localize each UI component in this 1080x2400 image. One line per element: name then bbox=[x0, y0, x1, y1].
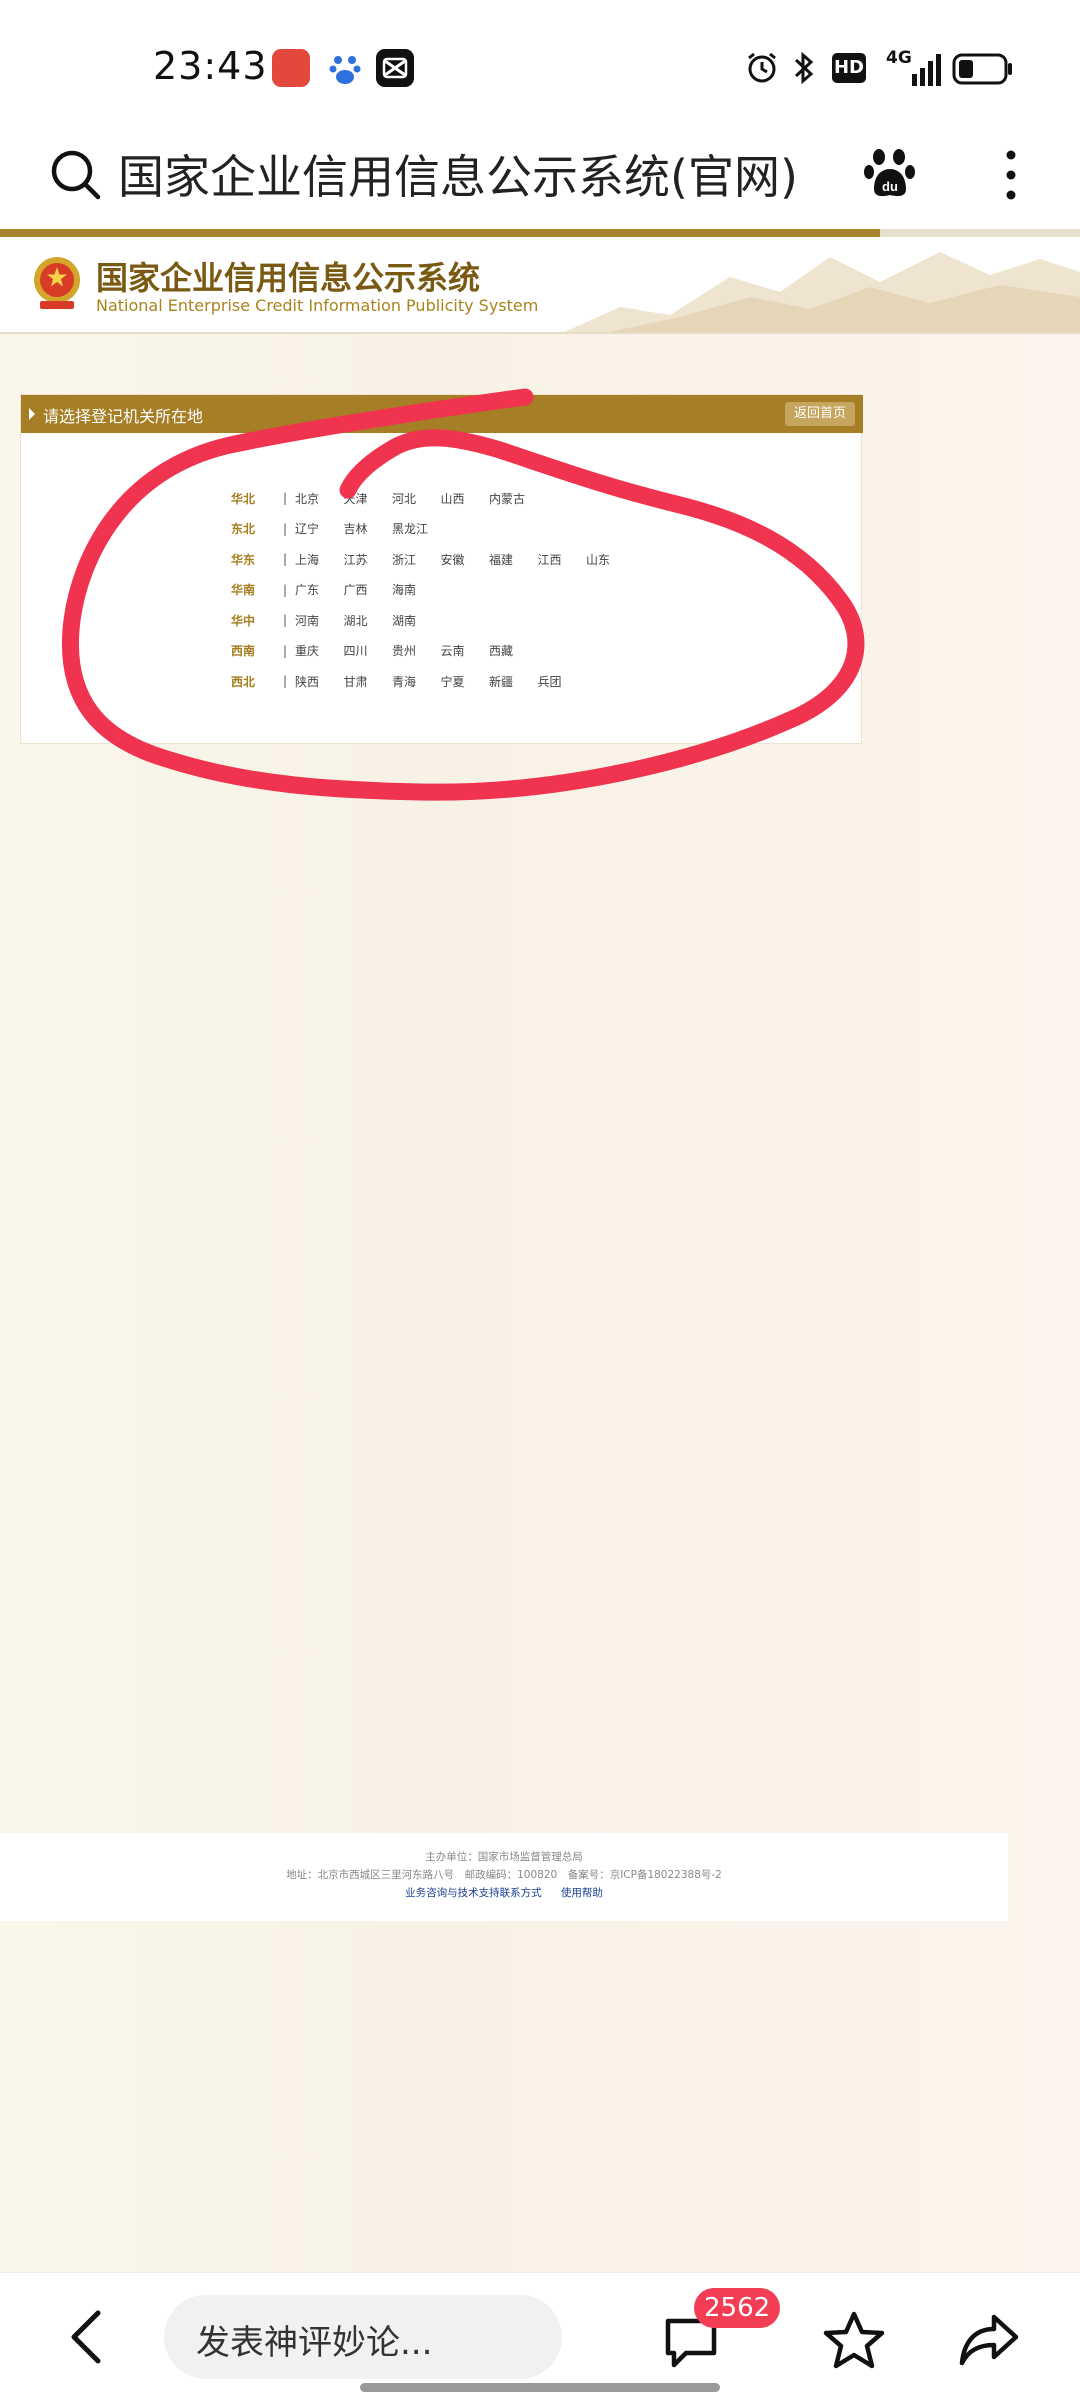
bottom-action-bar: 发表神评妙论... 2562 bbox=[0, 2272, 1080, 2400]
province-link[interactable]: 吉林 bbox=[344, 520, 393, 537]
signal-icon bbox=[912, 54, 941, 86]
svg-text:du: du bbox=[882, 179, 898, 194]
browser-search-bar[interactable]: 国家企业信用信息公示系统(官网) du bbox=[0, 125, 1080, 230]
province-link[interactable]: 河南 bbox=[295, 612, 344, 629]
region-separator: | bbox=[282, 582, 288, 597]
baidu-paw-icon[interactable]: du bbox=[862, 145, 918, 201]
bluetooth-icon bbox=[794, 51, 814, 85]
panel-title: 请选择登记机关所在地 bbox=[43, 407, 204, 426]
battery-icon bbox=[952, 53, 1012, 85]
share-icon[interactable] bbox=[956, 2309, 1022, 2369]
footer-sponsor: 主办单位：国家市场监督管理总局 bbox=[425, 1851, 583, 1863]
more-vertical-icon[interactable] bbox=[996, 145, 1026, 205]
region-separator: | bbox=[282, 613, 288, 628]
page-load-progress bbox=[0, 229, 1080, 237]
comment-placeholder: 发表神评妙论... bbox=[196, 2323, 433, 2363]
site-header: 国家企业信用信息公示系统 National Enterprise Credit … bbox=[0, 237, 1080, 334]
province-link[interactable]: 山西 bbox=[441, 490, 490, 507]
webpage-content: 国家企业信用信息公示系统 National Enterprise Credit … bbox=[0, 237, 1080, 2272]
province-link[interactable]: 河北 bbox=[392, 490, 441, 507]
region-row: 华南 | 广东 广西 海南 bbox=[231, 575, 635, 606]
province-link[interactable]: 安徽 bbox=[441, 551, 490, 568]
province-link[interactable]: 江苏 bbox=[344, 551, 393, 568]
capcut-notification-icon bbox=[376, 49, 414, 87]
province-link[interactable]: 新疆 bbox=[489, 673, 538, 690]
province-link[interactable]: 浙江 bbox=[392, 551, 441, 568]
province-link[interactable]: 宁夏 bbox=[441, 673, 490, 690]
site-footer: 主办单位：国家市场监督管理总局 地址：北京市西城区三里河东路八号 邮政编码：10… bbox=[0, 1833, 1008, 1921]
region-row: 华中 | 河南 湖北 湖南 bbox=[231, 605, 635, 636]
page-load-progress-fill bbox=[0, 229, 881, 237]
province-link[interactable]: 陕西 bbox=[295, 673, 344, 690]
site-title-chinese: 国家企业信用信息公示系统 bbox=[96, 259, 481, 297]
region-row: 东北 | 辽宁 吉林 黑龙江 bbox=[231, 514, 635, 545]
province-link[interactable]: 海南 bbox=[392, 581, 441, 598]
caret-right-icon bbox=[29, 408, 35, 420]
favorite-star-icon[interactable] bbox=[822, 2309, 886, 2371]
region-name: 西南 bbox=[231, 644, 256, 659]
province-link[interactable]: 北京 bbox=[295, 490, 344, 507]
alarm-icon bbox=[748, 52, 776, 83]
region-name: 华北 bbox=[231, 491, 256, 506]
province-link[interactable]: 甘肃 bbox=[344, 673, 393, 690]
province-link[interactable]: 重庆 bbox=[295, 642, 344, 659]
province-link[interactable]: 江西 bbox=[538, 551, 587, 568]
region-name: 华南 bbox=[231, 583, 256, 598]
province-link[interactable]: 湖南 bbox=[392, 612, 441, 629]
province-link[interactable]: 湖北 bbox=[344, 612, 393, 629]
region-name: 西北 bbox=[231, 674, 256, 689]
region-select-panel: 请选择登记机关所在地 返回首页 华北 | 北京 天津 河北 山西 内蒙古东北 | 辽宁 吉林 黑龙江… bbox=[20, 394, 863, 744]
baidu-notification-icon bbox=[326, 49, 364, 87]
status-bar: 23:43 HD 4G bbox=[0, 0, 1080, 125]
region-name: 华中 bbox=[231, 613, 256, 628]
comment-count-badge: 2562 bbox=[694, 2288, 781, 2328]
province-link[interactable]: 兵团 bbox=[538, 673, 587, 690]
footer-address: 地址：北京市西城区三里河东路八号 邮政编码：100820 备案号：京ICP备18… bbox=[286, 1869, 722, 1881]
province-link[interactable]: 广西 bbox=[344, 581, 393, 598]
region-row: 西南 | 重庆 四川 贵州 云南 西藏 bbox=[231, 636, 635, 667]
support-contact-link[interactable]: 业务咨询与技术支持联系方式 bbox=[405, 1887, 542, 1899]
province-link[interactable]: 云南 bbox=[441, 642, 490, 659]
status-time: 23:43 bbox=[153, 44, 268, 88]
region-separator: | bbox=[282, 521, 288, 536]
search-icon[interactable] bbox=[48, 147, 104, 203]
region-name: 东北 bbox=[231, 522, 256, 537]
region-name: 华东 bbox=[231, 552, 256, 567]
back-arrow-icon[interactable] bbox=[60, 2307, 116, 2367]
site-title-english: National Enterprise Credit Information P… bbox=[96, 296, 539, 315]
panel-header: 请选择登记机关所在地 返回首页 bbox=[21, 395, 863, 433]
region-separator: | bbox=[282, 491, 288, 506]
province-link[interactable]: 黑龙江 bbox=[392, 520, 441, 537]
region-row: 华东 | 上海 江苏 浙江 安徽 福建 江西 山东 bbox=[231, 544, 635, 575]
province-link[interactable]: 西藏 bbox=[489, 642, 538, 659]
region-separator: | bbox=[282, 674, 288, 689]
app-notification-icon bbox=[272, 49, 310, 87]
province-link[interactable]: 辽宁 bbox=[295, 520, 344, 537]
province-link[interactable]: 广东 bbox=[295, 581, 344, 598]
region-row: 华北 | 北京 天津 河北 山西 内蒙古 bbox=[231, 483, 635, 514]
province-link[interactable]: 内蒙古 bbox=[489, 490, 538, 507]
province-link[interactable]: 青海 bbox=[392, 673, 441, 690]
home-indicator[interactable] bbox=[360, 2383, 720, 2392]
comment-input[interactable]: 发表神评妙论... bbox=[164, 2295, 562, 2379]
region-row: 西北 | 陕西 甘肃 青海 宁夏 新疆 兵团 bbox=[231, 666, 635, 697]
hd-badge: HD bbox=[832, 53, 866, 83]
help-link[interactable]: 使用帮助 bbox=[561, 1887, 603, 1899]
province-link[interactable]: 四川 bbox=[344, 642, 393, 659]
province-link[interactable]: 福建 bbox=[489, 551, 538, 568]
province-link[interactable]: 山东 bbox=[586, 551, 635, 568]
province-link[interactable]: 上海 bbox=[295, 551, 344, 568]
search-query-text[interactable]: 国家企业信用信息公示系统(官网) bbox=[118, 141, 798, 207]
region-separator: | bbox=[282, 643, 288, 658]
footer-links: 业务咨询与技术支持联系方式 使用帮助 bbox=[0, 1885, 1008, 1900]
province-link[interactable]: 天津 bbox=[344, 490, 393, 507]
national-emblem-icon bbox=[34, 257, 80, 309]
back-to-home-button[interactable]: 返回首页 bbox=[785, 402, 855, 426]
province-link[interactable]: 贵州 bbox=[392, 642, 441, 659]
mountain-illustration bbox=[564, 252, 1080, 332]
region-list: 华北 | 北京 天津 河北 山西 内蒙古 东北 | 辽宁 吉林 黑龙江 华东 | 上海 江苏 浙江 安徽 福建 江西山… bbox=[231, 483, 635, 697]
region-separator: | bbox=[282, 552, 288, 567]
